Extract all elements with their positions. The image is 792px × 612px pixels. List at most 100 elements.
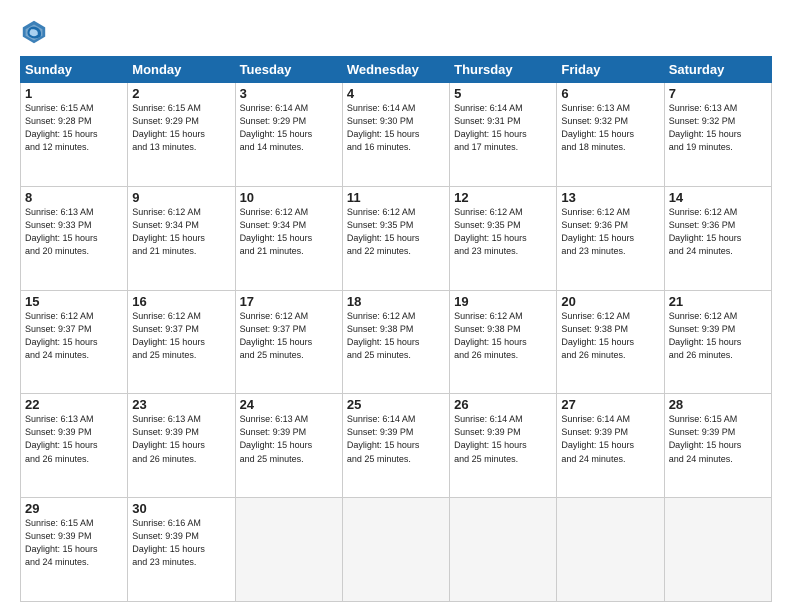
day-info: Sunrise: 6:15 AM Sunset: 9:39 PM Dayligh… [669, 413, 767, 465]
calendar-cell: 7Sunrise: 6:13 AM Sunset: 9:32 PM Daylig… [664, 83, 771, 187]
day-info: Sunrise: 6:12 AM Sunset: 9:39 PM Dayligh… [669, 310, 767, 362]
day-number: 17 [240, 294, 338, 309]
day-number: 23 [132, 397, 230, 412]
day-number: 11 [347, 190, 445, 205]
calendar-cell: 11Sunrise: 6:12 AM Sunset: 9:35 PM Dayli… [342, 186, 449, 290]
day-number: 27 [561, 397, 659, 412]
day-number: 30 [132, 501, 230, 516]
day-info: Sunrise: 6:12 AM Sunset: 9:38 PM Dayligh… [454, 310, 552, 362]
calendar-cell: 23Sunrise: 6:13 AM Sunset: 9:39 PM Dayli… [128, 394, 235, 498]
calendar-cell: 18Sunrise: 6:12 AM Sunset: 9:38 PM Dayli… [342, 290, 449, 394]
day-info: Sunrise: 6:14 AM Sunset: 9:29 PM Dayligh… [240, 102, 338, 154]
day-info: Sunrise: 6:15 AM Sunset: 9:29 PM Dayligh… [132, 102, 230, 154]
weekday-header-row: SundayMondayTuesdayWednesdayThursdayFrid… [21, 57, 772, 83]
calendar-cell: 13Sunrise: 6:12 AM Sunset: 9:36 PM Dayli… [557, 186, 664, 290]
calendar-cell: 27Sunrise: 6:14 AM Sunset: 9:39 PM Dayli… [557, 394, 664, 498]
day-info: Sunrise: 6:12 AM Sunset: 9:34 PM Dayligh… [240, 206, 338, 258]
calendar-cell: 29Sunrise: 6:15 AM Sunset: 9:39 PM Dayli… [21, 498, 128, 602]
day-number: 12 [454, 190, 552, 205]
day-info: Sunrise: 6:12 AM Sunset: 9:37 PM Dayligh… [132, 310, 230, 362]
calendar-cell [664, 498, 771, 602]
day-number: 16 [132, 294, 230, 309]
day-info: Sunrise: 6:12 AM Sunset: 9:36 PM Dayligh… [669, 206, 767, 258]
calendar-cell: 16Sunrise: 6:12 AM Sunset: 9:37 PM Dayli… [128, 290, 235, 394]
day-number: 8 [25, 190, 123, 205]
calendar-cell: 2Sunrise: 6:15 AM Sunset: 9:29 PM Daylig… [128, 83, 235, 187]
weekday-header-friday: Friday [557, 57, 664, 83]
day-info: Sunrise: 6:13 AM Sunset: 9:39 PM Dayligh… [132, 413, 230, 465]
calendar-cell: 4Sunrise: 6:14 AM Sunset: 9:30 PM Daylig… [342, 83, 449, 187]
day-info: Sunrise: 6:14 AM Sunset: 9:31 PM Dayligh… [454, 102, 552, 154]
calendar-cell: 28Sunrise: 6:15 AM Sunset: 9:39 PM Dayli… [664, 394, 771, 498]
day-number: 14 [669, 190, 767, 205]
calendar-cell [342, 498, 449, 602]
day-info: Sunrise: 6:13 AM Sunset: 9:39 PM Dayligh… [240, 413, 338, 465]
calendar-cell: 17Sunrise: 6:12 AM Sunset: 9:37 PM Dayli… [235, 290, 342, 394]
day-number: 28 [669, 397, 767, 412]
weekday-header-sunday: Sunday [21, 57, 128, 83]
day-number: 13 [561, 190, 659, 205]
day-info: Sunrise: 6:12 AM Sunset: 9:37 PM Dayligh… [240, 310, 338, 362]
day-number: 3 [240, 86, 338, 101]
day-info: Sunrise: 6:13 AM Sunset: 9:32 PM Dayligh… [561, 102, 659, 154]
day-number: 25 [347, 397, 445, 412]
calendar-cell: 19Sunrise: 6:12 AM Sunset: 9:38 PM Dayli… [450, 290, 557, 394]
day-info: Sunrise: 6:12 AM Sunset: 9:37 PM Dayligh… [25, 310, 123, 362]
day-info: Sunrise: 6:13 AM Sunset: 9:39 PM Dayligh… [25, 413, 123, 465]
calendar-cell: 20Sunrise: 6:12 AM Sunset: 9:38 PM Dayli… [557, 290, 664, 394]
day-number: 22 [25, 397, 123, 412]
calendar-row-3: 15Sunrise: 6:12 AM Sunset: 9:37 PM Dayli… [21, 290, 772, 394]
day-number: 1 [25, 86, 123, 101]
calendar-row-1: 1Sunrise: 6:15 AM Sunset: 9:28 PM Daylig… [21, 83, 772, 187]
calendar-cell: 6Sunrise: 6:13 AM Sunset: 9:32 PM Daylig… [557, 83, 664, 187]
day-info: Sunrise: 6:15 AM Sunset: 9:28 PM Dayligh… [25, 102, 123, 154]
day-number: 4 [347, 86, 445, 101]
day-info: Sunrise: 6:16 AM Sunset: 9:39 PM Dayligh… [132, 517, 230, 569]
day-number: 18 [347, 294, 445, 309]
day-info: Sunrise: 6:13 AM Sunset: 9:32 PM Dayligh… [669, 102, 767, 154]
calendar-cell: 30Sunrise: 6:16 AM Sunset: 9:39 PM Dayli… [128, 498, 235, 602]
day-number: 5 [454, 86, 552, 101]
day-info: Sunrise: 6:12 AM Sunset: 9:35 PM Dayligh… [347, 206, 445, 258]
day-info: Sunrise: 6:13 AM Sunset: 9:33 PM Dayligh… [25, 206, 123, 258]
calendar-cell: 26Sunrise: 6:14 AM Sunset: 9:39 PM Dayli… [450, 394, 557, 498]
header [20, 18, 772, 46]
weekday-header-saturday: Saturday [664, 57, 771, 83]
calendar-cell: 10Sunrise: 6:12 AM Sunset: 9:34 PM Dayli… [235, 186, 342, 290]
day-info: Sunrise: 6:14 AM Sunset: 9:30 PM Dayligh… [347, 102, 445, 154]
calendar-cell [235, 498, 342, 602]
day-info: Sunrise: 6:12 AM Sunset: 9:38 PM Dayligh… [347, 310, 445, 362]
day-info: Sunrise: 6:12 AM Sunset: 9:38 PM Dayligh… [561, 310, 659, 362]
day-info: Sunrise: 6:12 AM Sunset: 9:35 PM Dayligh… [454, 206, 552, 258]
weekday-header-wednesday: Wednesday [342, 57, 449, 83]
calendar-cell: 14Sunrise: 6:12 AM Sunset: 9:36 PM Dayli… [664, 186, 771, 290]
day-number: 2 [132, 86, 230, 101]
page: SundayMondayTuesdayWednesdayThursdayFrid… [0, 0, 792, 612]
calendar-cell: 8Sunrise: 6:13 AM Sunset: 9:33 PM Daylig… [21, 186, 128, 290]
calendar-row-2: 8Sunrise: 6:13 AM Sunset: 9:33 PM Daylig… [21, 186, 772, 290]
day-number: 26 [454, 397, 552, 412]
weekday-header-thursday: Thursday [450, 57, 557, 83]
day-number: 24 [240, 397, 338, 412]
calendar-row-5: 29Sunrise: 6:15 AM Sunset: 9:39 PM Dayli… [21, 498, 772, 602]
day-number: 29 [25, 501, 123, 516]
day-number: 21 [669, 294, 767, 309]
weekday-header-tuesday: Tuesday [235, 57, 342, 83]
calendar-cell: 22Sunrise: 6:13 AM Sunset: 9:39 PM Dayli… [21, 394, 128, 498]
logo [20, 18, 52, 46]
day-number: 15 [25, 294, 123, 309]
day-info: Sunrise: 6:12 AM Sunset: 9:34 PM Dayligh… [132, 206, 230, 258]
day-number: 10 [240, 190, 338, 205]
logo-icon [20, 18, 48, 46]
day-info: Sunrise: 6:15 AM Sunset: 9:39 PM Dayligh… [25, 517, 123, 569]
day-number: 6 [561, 86, 659, 101]
day-info: Sunrise: 6:14 AM Sunset: 9:39 PM Dayligh… [347, 413, 445, 465]
calendar-cell: 25Sunrise: 6:14 AM Sunset: 9:39 PM Dayli… [342, 394, 449, 498]
calendar-cell: 15Sunrise: 6:12 AM Sunset: 9:37 PM Dayli… [21, 290, 128, 394]
day-number: 7 [669, 86, 767, 101]
day-number: 20 [561, 294, 659, 309]
calendar-cell: 24Sunrise: 6:13 AM Sunset: 9:39 PM Dayli… [235, 394, 342, 498]
calendar-cell: 12Sunrise: 6:12 AM Sunset: 9:35 PM Dayli… [450, 186, 557, 290]
calendar-row-4: 22Sunrise: 6:13 AM Sunset: 9:39 PM Dayli… [21, 394, 772, 498]
day-info: Sunrise: 6:14 AM Sunset: 9:39 PM Dayligh… [561, 413, 659, 465]
